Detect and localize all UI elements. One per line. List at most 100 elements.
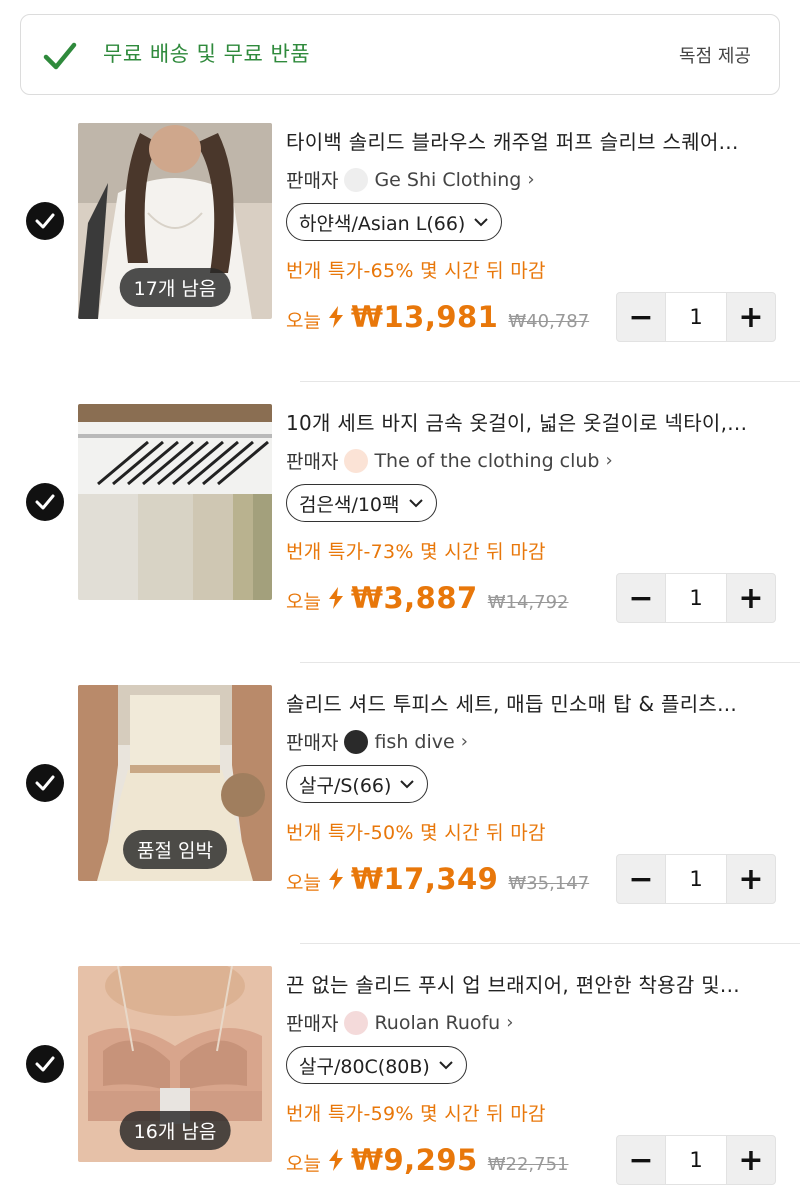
sale-price: ₩9,295	[350, 1143, 478, 1177]
seller-link[interactable]: 판매자 Ge Shi Clothing ›	[286, 166, 535, 193]
decrease-button[interactable]: −	[616, 573, 666, 623]
increase-button[interactable]: +	[726, 573, 776, 623]
quantity-stepper: − 1 +	[616, 573, 776, 623]
quantity-value[interactable]: 1	[666, 1135, 726, 1185]
divider	[300, 662, 800, 663]
seller-link[interactable]: 판매자 fish dive ›	[286, 728, 468, 755]
decrease-button[interactable]: −	[616, 292, 666, 342]
checkmark-icon	[35, 775, 55, 791]
seller-logo	[344, 167, 369, 192]
free-shipping-banner: 무료 배송 및 무료 반품 독점 제공	[20, 14, 780, 95]
lightning-icon	[328, 868, 343, 890]
original-price: ₩35,147	[508, 873, 590, 894]
stock-badge: 16개 남음	[119, 1111, 231, 1150]
increase-button[interactable]: +	[726, 292, 776, 342]
cart-item: 16개 남음 끈 없는 솔리드 푸시 업 브래지어, 편안한 착용감 및... …	[0, 943, 800, 1189]
seller-name: Ruolan Ruofu	[374, 1011, 501, 1034]
today-label: 오늘	[286, 310, 321, 332]
chevron-right-icon: ›	[506, 1012, 514, 1033]
product-title[interactable]: 솔리드 셔드 투피스 세트, 매듭 민소매 탑 & 플리츠...	[286, 688, 776, 717]
sale-price: ₩3,887	[350, 581, 478, 615]
product-title[interactable]: 10개 세트 바지 금속 옷걸이, 넓은 옷걸이로 넥타이,...	[286, 407, 776, 436]
select-checkbox[interactable]	[26, 764, 64, 802]
variant-selector[interactable]: 살구/80C(80B)	[286, 1046, 467, 1084]
seller-logo	[344, 448, 369, 473]
sale-price: ₩17,349	[350, 862, 499, 896]
price-row: 오늘 ₩3,887 ₩14,792	[286, 581, 568, 615]
increase-button[interactable]: +	[726, 1135, 776, 1185]
checkmark-icon	[43, 42, 77, 70]
select-checkbox[interactable]	[26, 483, 64, 521]
quantity-value[interactable]: 1	[666, 854, 726, 904]
product-title[interactable]: 끈 없는 솔리드 푸시 업 브래지어, 편안한 착용감 및...	[286, 969, 776, 998]
increase-button[interactable]: +	[726, 854, 776, 904]
chevron-down-icon	[439, 1061, 453, 1070]
price-row: 오늘 ₩13,981 ₩40,787	[286, 300, 589, 334]
seller-logo	[344, 1010, 369, 1035]
chevron-down-icon	[474, 218, 489, 227]
seller-name: fish dive	[374, 730, 455, 753]
seller-label: 판매자	[286, 732, 339, 754]
quantity-value[interactable]: 1	[666, 292, 726, 342]
chevron-right-icon: ›	[527, 169, 535, 190]
lightning-icon	[328, 306, 343, 328]
variant-selector[interactable]: 하얀색/Asian L(66)	[286, 203, 503, 241]
variant-label: 하얀색/Asian L(66)	[299, 212, 466, 235]
today-label: 오늘	[286, 1153, 321, 1175]
lightning-icon	[328, 1149, 343, 1171]
checkmark-icon	[35, 1056, 55, 1072]
cart-item: 10개 세트 바지 금속 옷걸이, 넓은 옷걸이로 넥타이,... 판매자 Th…	[0, 381, 800, 662]
stock-badge: 17개 남음	[119, 268, 231, 307]
select-checkbox[interactable]	[26, 202, 64, 240]
quantity-stepper: − 1 +	[616, 292, 776, 342]
seller-link[interactable]: 판매자 Ruolan Ruofu ›	[286, 1009, 513, 1036]
flash-sale-label: 번개 특가-50% 몇 시간 뒤 마감	[286, 822, 546, 844]
variant-selector[interactable]: 검은색/10팩	[286, 484, 437, 522]
flash-sale-label: 번개 특가-59% 몇 시간 뒤 마감	[286, 1103, 546, 1125]
lightning-icon	[328, 587, 343, 609]
sale-price: ₩13,981	[350, 300, 499, 334]
seller-name: The of the clothing club	[374, 449, 600, 472]
seller-link[interactable]: 판매자 The of the clothing club ›	[286, 447, 613, 474]
price-row: 오늘 ₩17,349 ₩35,147	[286, 862, 589, 896]
product-image[interactable]: 품절 임박	[78, 685, 272, 881]
flash-sale-label: 번개 특가-65% 몇 시간 뒤 마감	[286, 260, 546, 282]
quantity-stepper: − 1 +	[616, 854, 776, 904]
product-image[interactable]: 17개 남음	[78, 123, 272, 319]
product-title[interactable]: 타이백 솔리드 블라우스 캐주얼 퍼프 슬리브 스퀘어...	[286, 126, 776, 155]
original-price: ₩14,792	[487, 592, 569, 613]
divider	[300, 943, 800, 944]
seller-label: 판매자	[286, 170, 339, 192]
flash-sale-label: 번개 특가-73% 몇 시간 뒤 마감	[286, 541, 546, 563]
variant-label: 살구/80C(80B)	[299, 1055, 430, 1078]
variant-label: 살구/S(66)	[299, 774, 392, 797]
checkmark-icon	[35, 494, 55, 510]
cart-item: 17개 남음 타이백 솔리드 블라우스 캐주얼 퍼프 슬리브 스퀘어... 판매…	[0, 100, 800, 381]
chevron-down-icon	[400, 780, 415, 789]
variant-label: 검은색/10팩	[299, 493, 400, 516]
variant-selector[interactable]: 살구/S(66)	[286, 765, 429, 803]
cart-item: 품절 임박 솔리드 셔드 투피스 세트, 매듭 민소매 탑 & 플리츠... 판…	[0, 662, 800, 943]
decrease-button[interactable]: −	[616, 854, 666, 904]
decrease-button[interactable]: −	[616, 1135, 666, 1185]
product-image[interactable]: 16개 남음	[78, 966, 272, 1162]
today-label: 오늘	[286, 872, 321, 894]
select-checkbox[interactable]	[26, 1045, 64, 1083]
original-price: ₩22,751	[487, 1154, 569, 1175]
quantity-value[interactable]: 1	[666, 573, 726, 623]
seller-label: 판매자	[286, 451, 339, 473]
quantity-stepper: − 1 +	[616, 1135, 776, 1185]
original-price: ₩40,787	[508, 311, 590, 332]
divider	[300, 381, 800, 382]
banner-exclusive-label: 독점 제공	[679, 46, 751, 67]
stock-badge: 품절 임박	[123, 830, 227, 869]
product-image[interactable]	[78, 404, 272, 600]
seller-logo	[344, 729, 369, 754]
banner-title: 무료 배송 및 무료 반품	[103, 42, 311, 66]
price-row: 오늘 ₩9,295 ₩22,751	[286, 1143, 568, 1177]
seller-name: Ge Shi Clothing	[374, 168, 522, 191]
today-label: 오늘	[286, 591, 321, 613]
seller-label: 판매자	[286, 1013, 339, 1035]
chevron-down-icon	[408, 499, 423, 508]
chevron-right-icon: ›	[460, 731, 468, 752]
